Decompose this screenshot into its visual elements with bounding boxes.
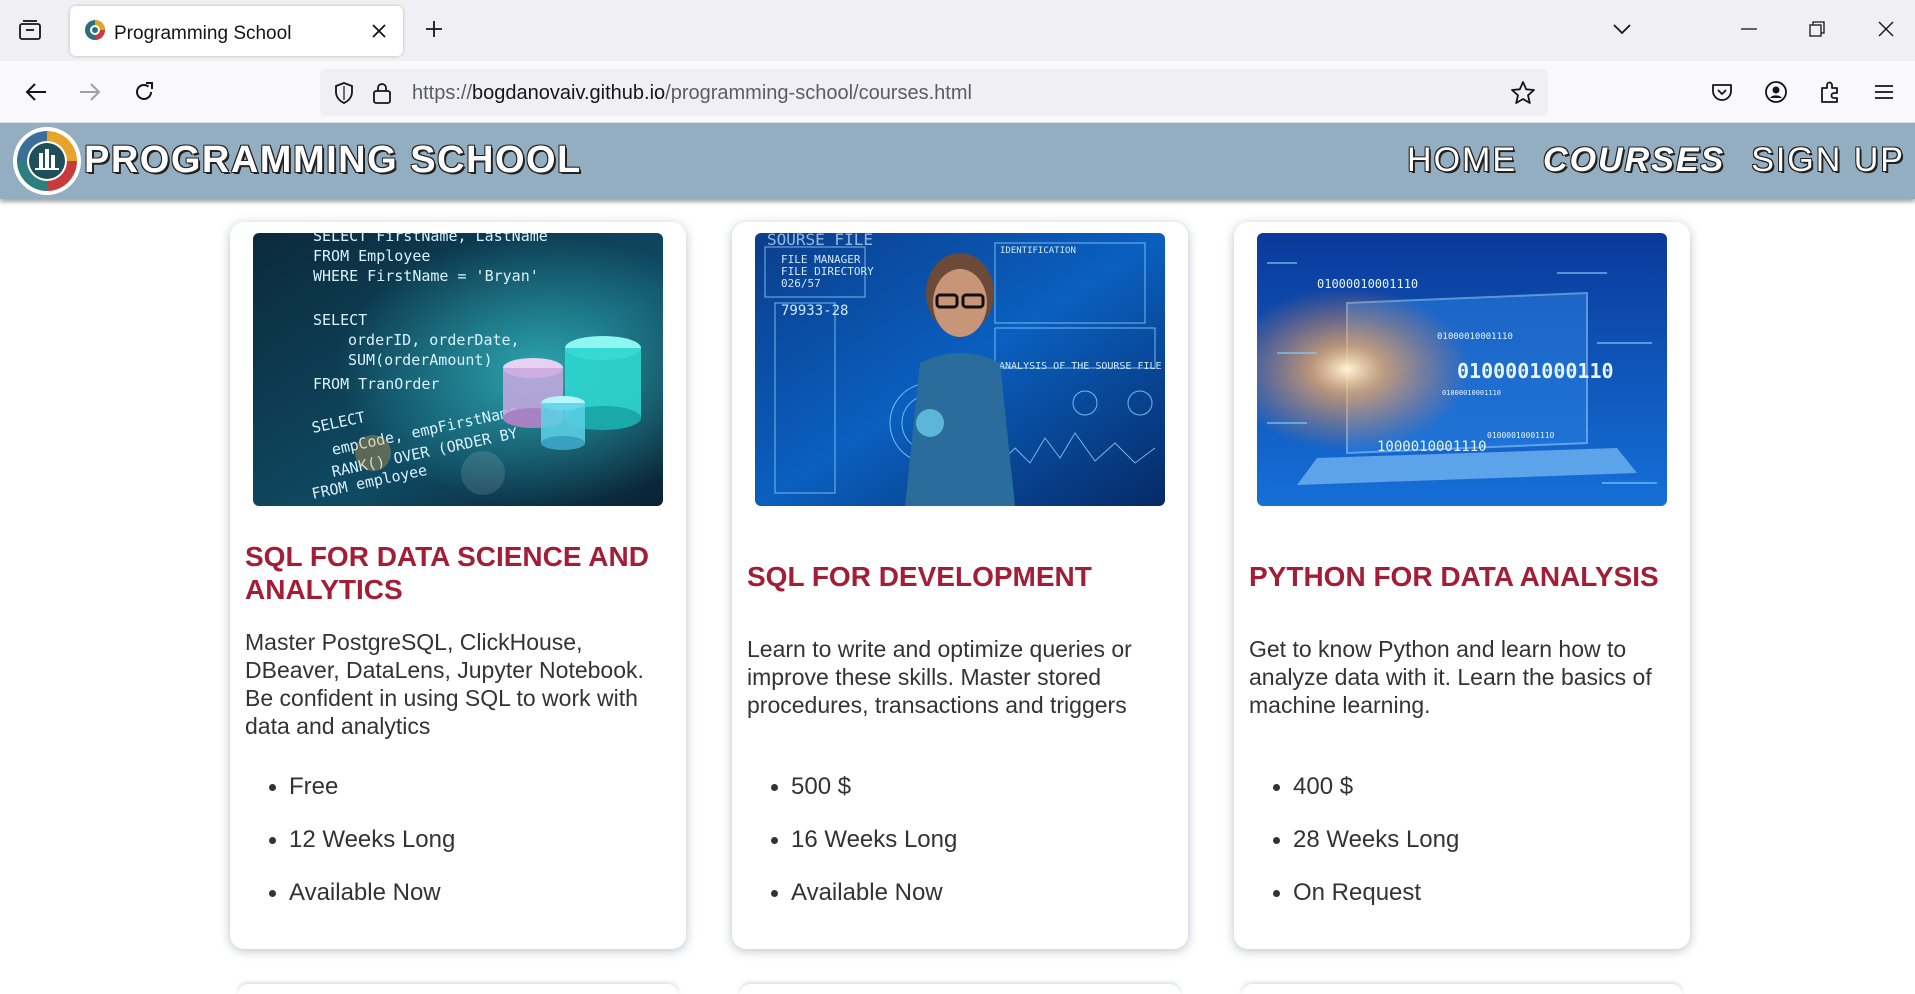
puzzle-piece-icon (1821, 81, 1838, 103)
svg-text:IDENTIFICATION: IDENTIFICATION (1000, 246, 1076, 256)
url-path: /programming-school/courses.html (665, 82, 972, 104)
new-tab-button[interactable] (418, 13, 450, 45)
reload-button[interactable] (126, 74, 162, 110)
list-all-tabs-button[interactable] (1606, 13, 1638, 45)
svg-text:FROM Employee: FROM Employee (313, 247, 430, 265)
course-price: 400 $ (1272, 772, 1459, 825)
course-price: Free (268, 772, 455, 825)
course-image-sql-data-science: SELECT FirstName, LastName FROM Employee… (253, 233, 663, 506)
site-title[interactable]: PROGRAMMING SCHOOL (84, 139, 582, 182)
url-host: bogdanovaiv.github.io (472, 82, 666, 104)
school-logo-icon (14, 128, 80, 194)
site-logo[interactable] (13, 127, 81, 195)
course-availability: Available Now (770, 878, 957, 931)
pocket-button[interactable] (1704, 74, 1740, 110)
firefox-view-icon (19, 20, 41, 40)
svg-text:orderID, orderDate,: orderID, orderDate, (348, 331, 520, 349)
course-details-list: Free 12 Weeks Long Available Now (268, 772, 455, 931)
course-card: SOURSE FILE FILE MANAGER FILE DIRECTORY … (732, 222, 1188, 949)
course-price: 500 $ (770, 772, 957, 825)
tab-title: Programming School (114, 23, 292, 44)
course-description: Get to know Python and learn how to anal… (1249, 636, 1652, 718)
svg-text:ANALYSIS OF THE SOURSE FILE: ANALYSIS OF THE SOURSE FILE (999, 361, 1162, 372)
back-button[interactable] (18, 74, 54, 110)
minimize-icon (1741, 28, 1757, 30)
course-availability: Available Now (268, 878, 455, 931)
course-details-list: 500 $ 16 Weeks Long Available Now (770, 772, 957, 931)
plus-icon (426, 21, 442, 37)
course-description: Master PostgreSQL, ClickHouse, DBeaver, … (245, 629, 644, 739)
course-image-sql-development: SOURSE FILE FILE MANAGER FILE DIRECTORY … (755, 233, 1165, 506)
shield-icon[interactable] (332, 81, 356, 105)
course-card: SELECT FirstName, LastName FROM Employee… (230, 222, 686, 949)
url-text[interactable]: https://bogdanovaiv.github.io/programmin… (412, 82, 972, 105)
course-duration: 12 Weeks Long (268, 825, 455, 878)
course-card: 01000010001110 01000010001110 0100001000… (1234, 222, 1690, 949)
arrow-right-icon (80, 83, 101, 101)
svg-text:SELECT FirstName, LastName: SELECT FirstName, LastName (313, 233, 548, 245)
nav-home-link[interactable]: HOME (1407, 141, 1517, 180)
course-title[interactable]: SQL FOR DATA SCIENCE AND ANALYTICS (245, 540, 674, 606)
extensions-button[interactable] (1812, 74, 1848, 110)
nav-courses-link[interactable]: COURSES (1543, 141, 1725, 180)
svg-text:01000010001110: 01000010001110 (1487, 431, 1555, 440)
url-scheme: https:// (412, 82, 473, 104)
svg-text:79933-28: 79933-28 (781, 303, 848, 319)
restore-window-button[interactable] (1782, 0, 1852, 58)
close-window-button[interactable] (1851, 0, 1915, 58)
course-card-partial (740, 984, 1180, 994)
svg-text:FROM TranOrder: FROM TranOrder (313, 375, 439, 393)
course-availability: On Request (1272, 878, 1459, 931)
course-title[interactable]: SQL FOR DEVELOPMENT (747, 560, 1176, 593)
svg-text:SOURSE FILE: SOURSE FILE (767, 233, 873, 249)
svg-text:01000010001110: 01000010001110 (1437, 332, 1513, 342)
browser-tab-bar: Programming School (0, 0, 1915, 61)
url-bar[interactable]: https://bogdanovaiv.github.io/programmin… (320, 69, 1548, 116)
course-image-python-data-analysis: 01000010001110 01000010001110 0100001000… (1257, 233, 1667, 506)
svg-text:0100001000110: 0100001000110 (1457, 359, 1614, 383)
active-tab[interactable]: Programming School (70, 6, 403, 56)
course-description: Learn to write and optimize queries or i… (747, 636, 1132, 718)
svg-text:01000010001110: 01000010001110 (1317, 277, 1418, 291)
svg-text:1000010001110: 1000010001110 (1377, 439, 1487, 455)
bookmark-star-icon[interactable] (1510, 80, 1536, 106)
svg-text:SELECT: SELECT (313, 311, 367, 329)
reload-icon (136, 82, 153, 100)
account-icon (1765, 81, 1787, 103)
restore-icon (1809, 21, 1825, 37)
svg-text:026/57: 026/57 (781, 277, 821, 290)
close-tab-icon[interactable] (367, 19, 391, 43)
svg-text:SUM(orderAmount): SUM(orderAmount) (348, 351, 493, 369)
menu-button[interactable] (1866, 74, 1902, 110)
account-button[interactable] (1758, 74, 1794, 110)
pocket-icon (1712, 84, 1732, 101)
site-nav: HOME COURSES SIGN UP (1407, 141, 1905, 180)
chevron-down-icon (1613, 24, 1631, 35)
course-duration: 28 Weeks Long (1272, 825, 1459, 878)
site-header: PROGRAMMING SCHOOL HOME COURSES SIGN UP (0, 123, 1915, 199)
course-card-partial (238, 984, 678, 994)
course-card-partial (1242, 984, 1682, 994)
course-details-list: 400 $ 28 Weeks Long On Request (1272, 772, 1459, 931)
svg-text:WHERE FirstName = 'Bryan': WHERE FirstName = 'Bryan' (313, 267, 539, 285)
course-title[interactable]: PYTHON FOR DATA ANALYSIS (1249, 560, 1678, 593)
arrow-left-icon (25, 83, 46, 101)
minimize-window-button[interactable] (1714, 0, 1784, 58)
nav-sign-up-link[interactable]: SIGN UP (1751, 141, 1905, 180)
site-favicon-icon (85, 20, 105, 40)
lock-icon[interactable] (370, 81, 394, 105)
course-duration: 16 Weeks Long (770, 825, 957, 878)
forward-button[interactable] (72, 74, 108, 110)
hamburger-menu-icon (1875, 85, 1893, 99)
svg-text:01000010001110: 01000010001110 (1442, 389, 1501, 397)
close-icon (1878, 21, 1894, 37)
firefox-view-button[interactable] (14, 14, 46, 46)
browser-nav-bar: https://bogdanovaiv.github.io/programmin… (0, 61, 1915, 123)
